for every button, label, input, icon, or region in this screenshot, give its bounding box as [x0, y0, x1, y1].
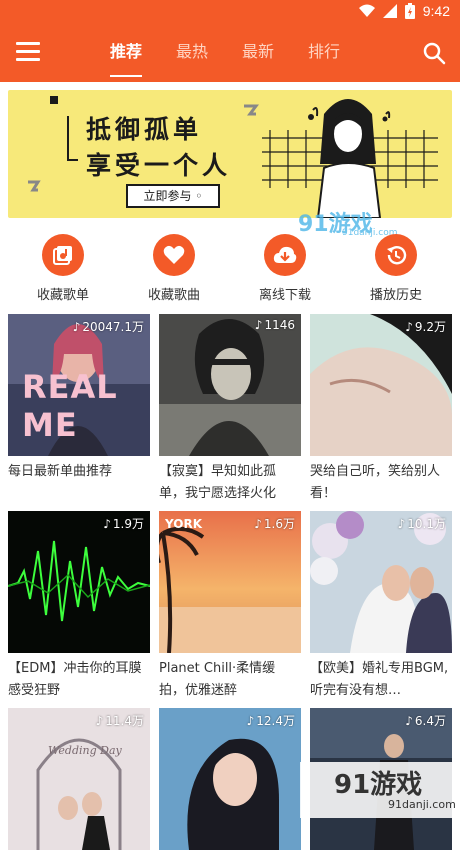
quick-label: 离线下载: [230, 284, 340, 303]
tab-bar: 推荐 最热 最新 排行: [110, 26, 340, 82]
music-note-icon: ♪: [254, 517, 262, 531]
banner-title-line1: 抵御孤单: [86, 110, 202, 146]
battery-icon: [405, 3, 415, 19]
quick-collect-playlist[interactable]: 收藏歌单: [8, 234, 118, 303]
playlist-card[interactable]: REAL ME ♪20047.1万 每日最新单曲推荐: [8, 314, 150, 505]
play-count-value: 6.4万: [415, 712, 446, 729]
signal-icon: [383, 4, 397, 18]
cover-text: Wedding Day: [48, 744, 122, 757]
quick-play-history[interactable]: 播放历史: [341, 234, 451, 303]
cloud-download-icon: [273, 245, 297, 265]
play-count-value: 11.4万: [105, 712, 144, 729]
tab-hottest[interactable]: 最热: [176, 26, 208, 82]
playlist-title: 哭给自己听，笑给别人看！: [310, 461, 452, 505]
playlist-card[interactable]: ♪1.9万 【EDM】冲击你的耳膜 感受狂野: [8, 511, 150, 702]
watermark-logo-bottom: 91游戏 91danji.com: [300, 762, 460, 818]
play-count-value: 9.2万: [415, 318, 446, 335]
playlist-card[interactable]: ♪9.2万 哭给自己听，笑给别人看！: [310, 314, 452, 505]
playlist-card[interactable]: YORK ♪1.6万 Planet Chill·柔情缓拍，优雅迷醉: [159, 511, 301, 702]
quick-label: 收藏歌单: [8, 284, 118, 303]
quick-collect-song[interactable]: 收藏歌曲: [119, 234, 229, 303]
playlist-title: 【欧美】婚礼专用BGM,听完有没有想…: [310, 658, 452, 702]
play-count: ♪12.4万: [247, 712, 295, 729]
playlist-cover: YORK ♪1.6万: [159, 511, 301, 653]
playlist-icon: [52, 244, 74, 266]
app-bar: 推荐 最热 最新 排行: [0, 26, 460, 82]
playlist-cover: ♪1146: [159, 314, 301, 456]
play-count: ♪6.4万: [405, 712, 446, 729]
quick-label: 播放历史: [341, 284, 451, 303]
music-note-icon: ♪: [103, 517, 111, 531]
play-count: ♪1.9万: [103, 515, 144, 532]
watermark-bottom-sub: 91danji.com: [388, 798, 456, 811]
play-count-value: 20047.1万: [82, 318, 144, 335]
music-note-icon: ♪: [247, 714, 255, 728]
status-time: 9:42: [423, 3, 450, 19]
music-note-icon: ♪: [405, 714, 413, 728]
play-count: ♪11.4万: [96, 712, 144, 729]
menu-icon: [16, 42, 40, 45]
banner-title-line2: 享受一个人: [86, 146, 231, 182]
cover-text: REAL ME: [22, 368, 150, 444]
playlist-title: Planet Chill·柔情缓拍，优雅迷醉: [159, 658, 301, 702]
playlist-card[interactable]: ♪10.1万 【欧美】婚礼专用BGM,听完有没有想…: [310, 511, 452, 702]
search-button[interactable]: [422, 41, 446, 65]
playlist-cover: ♪1.9万: [8, 511, 150, 653]
playlist-title: 【寂寞】早知如此孤单，我宁愿选择火化: [159, 461, 301, 505]
search-icon: [422, 41, 446, 65]
status-bar: 9:42: [0, 0, 460, 26]
play-count-value: 10.1万: [407, 515, 446, 532]
playlist-title: 每日最新单曲推荐: [8, 461, 150, 505]
play-count-value: 1.9万: [113, 515, 144, 532]
music-note-icon: ♪: [96, 714, 104, 728]
playlist-cover: Wedding Day ♪11.4万: [8, 708, 150, 850]
play-count-value: 1.6万: [264, 515, 295, 532]
tab-recommend[interactable]: 推荐: [110, 26, 142, 82]
music-note-icon: ♪: [398, 517, 406, 531]
playlist-cover: ♪9.2万: [310, 314, 452, 456]
quick-label: 收藏歌曲: [119, 284, 229, 303]
promo-banner[interactable]: 抵御孤单 享受一个人 立即参与 ◦: [8, 90, 452, 218]
play-count: ♪1146: [255, 318, 295, 332]
heart-icon: [163, 245, 185, 265]
menu-icon-line: [16, 58, 40, 61]
cover-text: YORK: [165, 517, 202, 531]
quick-offline-download[interactable]: 离线下载: [230, 234, 340, 303]
menu-button[interactable]: [16, 42, 40, 64]
wifi-icon: [359, 4, 375, 18]
playlist-cover: ♪12.4万: [159, 708, 301, 850]
play-count: ♪1.6万: [254, 515, 295, 532]
playlist-title: 【EDM】冲击你的耳膜 感受狂野: [8, 658, 150, 702]
play-count: ♪20047.1万: [73, 318, 144, 335]
playlist-cover: REAL ME ♪20047.1万: [8, 314, 150, 456]
playlist-card[interactable]: ♪1146 【寂寞】早知如此孤单，我宁愿选择火化: [159, 314, 301, 505]
menu-icon-line: [16, 50, 40, 53]
music-note-icon: ♪: [73, 320, 81, 334]
history-icon: [385, 244, 407, 266]
play-count: ♪10.1万: [398, 515, 446, 532]
play-count-value: 1146: [264, 318, 295, 332]
play-count: ♪9.2万: [405, 318, 446, 335]
banner-join-button[interactable]: 立即参与 ◦: [126, 184, 220, 208]
watermark-bottom-text: 91游戏: [334, 764, 422, 801]
playlist-cover: ♪10.1万: [310, 511, 452, 653]
tab-newest[interactable]: 最新: [242, 26, 274, 82]
tab-ranking[interactable]: 排行: [308, 26, 340, 82]
playlist-card[interactable]: Wedding Day ♪11.4万: [8, 708, 150, 850]
music-note-icon: ♪: [405, 320, 413, 334]
music-note-icon: ♪: [255, 318, 263, 332]
play-count-value: 12.4万: [256, 712, 295, 729]
playlist-card[interactable]: ♪12.4万: [159, 708, 301, 850]
